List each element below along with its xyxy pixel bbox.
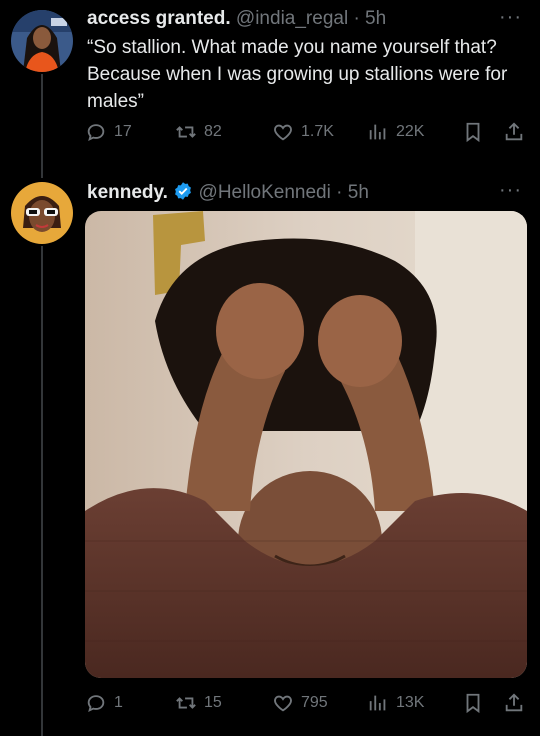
action-bar: 1 15 795 13K	[85, 692, 527, 718]
display-name[interactable]: access granted.	[87, 8, 231, 29]
reply-icon	[87, 124, 105, 141]
avatar[interactable]	[11, 10, 73, 72]
bookmark-icon	[466, 122, 480, 143]
views-count: 13K	[396, 694, 425, 711]
more-options-icon[interactable]: ···	[499, 179, 522, 202]
like-button[interactable]: 795	[272, 692, 328, 714]
like-icon	[274, 124, 292, 141]
repost-count: 15	[204, 694, 222, 711]
reply-icon	[87, 695, 105, 712]
share-icon	[505, 122, 523, 141]
reply-button[interactable]: 17	[85, 121, 132, 143]
like-button[interactable]: 1.7K	[272, 121, 334, 143]
like-count: 1.7K	[301, 123, 334, 140]
timestamp[interactable]: · 5h	[336, 182, 369, 203]
repost-button[interactable]: 15	[175, 692, 222, 714]
share-button[interactable]	[503, 692, 525, 714]
bookmark-button[interactable]	[462, 692, 484, 714]
video-thumbnail[interactable]	[85, 211, 527, 678]
bookmark-button[interactable]	[462, 121, 484, 143]
tweet-header: kennedy. @HelloKennedi · 5h	[87, 181, 369, 204]
repost-count: 82	[204, 123, 222, 140]
like-icon	[274, 695, 292, 712]
tweet-text: “So stallion. What made you name yoursel…	[87, 37, 508, 112]
bookmark-icon	[466, 693, 480, 714]
handle[interactable]: @india_regal	[236, 8, 348, 29]
avatar[interactable]	[11, 182, 73, 244]
share-icon	[505, 693, 523, 712]
reply-count: 1	[114, 694, 123, 711]
repost-icon	[176, 697, 196, 709]
views-button[interactable]: 22K	[367, 121, 424, 143]
thread-line	[41, 246, 43, 736]
avatar-image	[11, 182, 73, 244]
views-icon	[369, 695, 386, 711]
timestamp[interactable]: · 5h	[353, 8, 386, 29]
repost-icon	[176, 126, 196, 138]
display-name[interactable]: kennedy.	[87, 182, 168, 203]
more-options-icon[interactable]: ···	[499, 6, 522, 29]
thread-line	[41, 74, 43, 178]
reply-button[interactable]: 1	[85, 692, 123, 714]
repost-button[interactable]: 82	[175, 121, 222, 143]
avatar-image	[11, 10, 73, 72]
like-count: 795	[301, 694, 328, 711]
views-button[interactable]: 13K	[367, 692, 424, 714]
video-frame	[85, 211, 527, 678]
views-count: 22K	[396, 123, 425, 140]
share-button[interactable]	[503, 121, 525, 143]
reply-count: 17	[114, 123, 132, 140]
handle[interactable]: @HelloKennedi	[199, 182, 331, 203]
verified-badge-icon	[175, 182, 192, 200]
views-icon	[369, 124, 386, 140]
action-bar: 17 82 1.7K 22K	[85, 121, 527, 147]
tweet-header: access granted. @india_regal · 5h	[87, 8, 386, 30]
